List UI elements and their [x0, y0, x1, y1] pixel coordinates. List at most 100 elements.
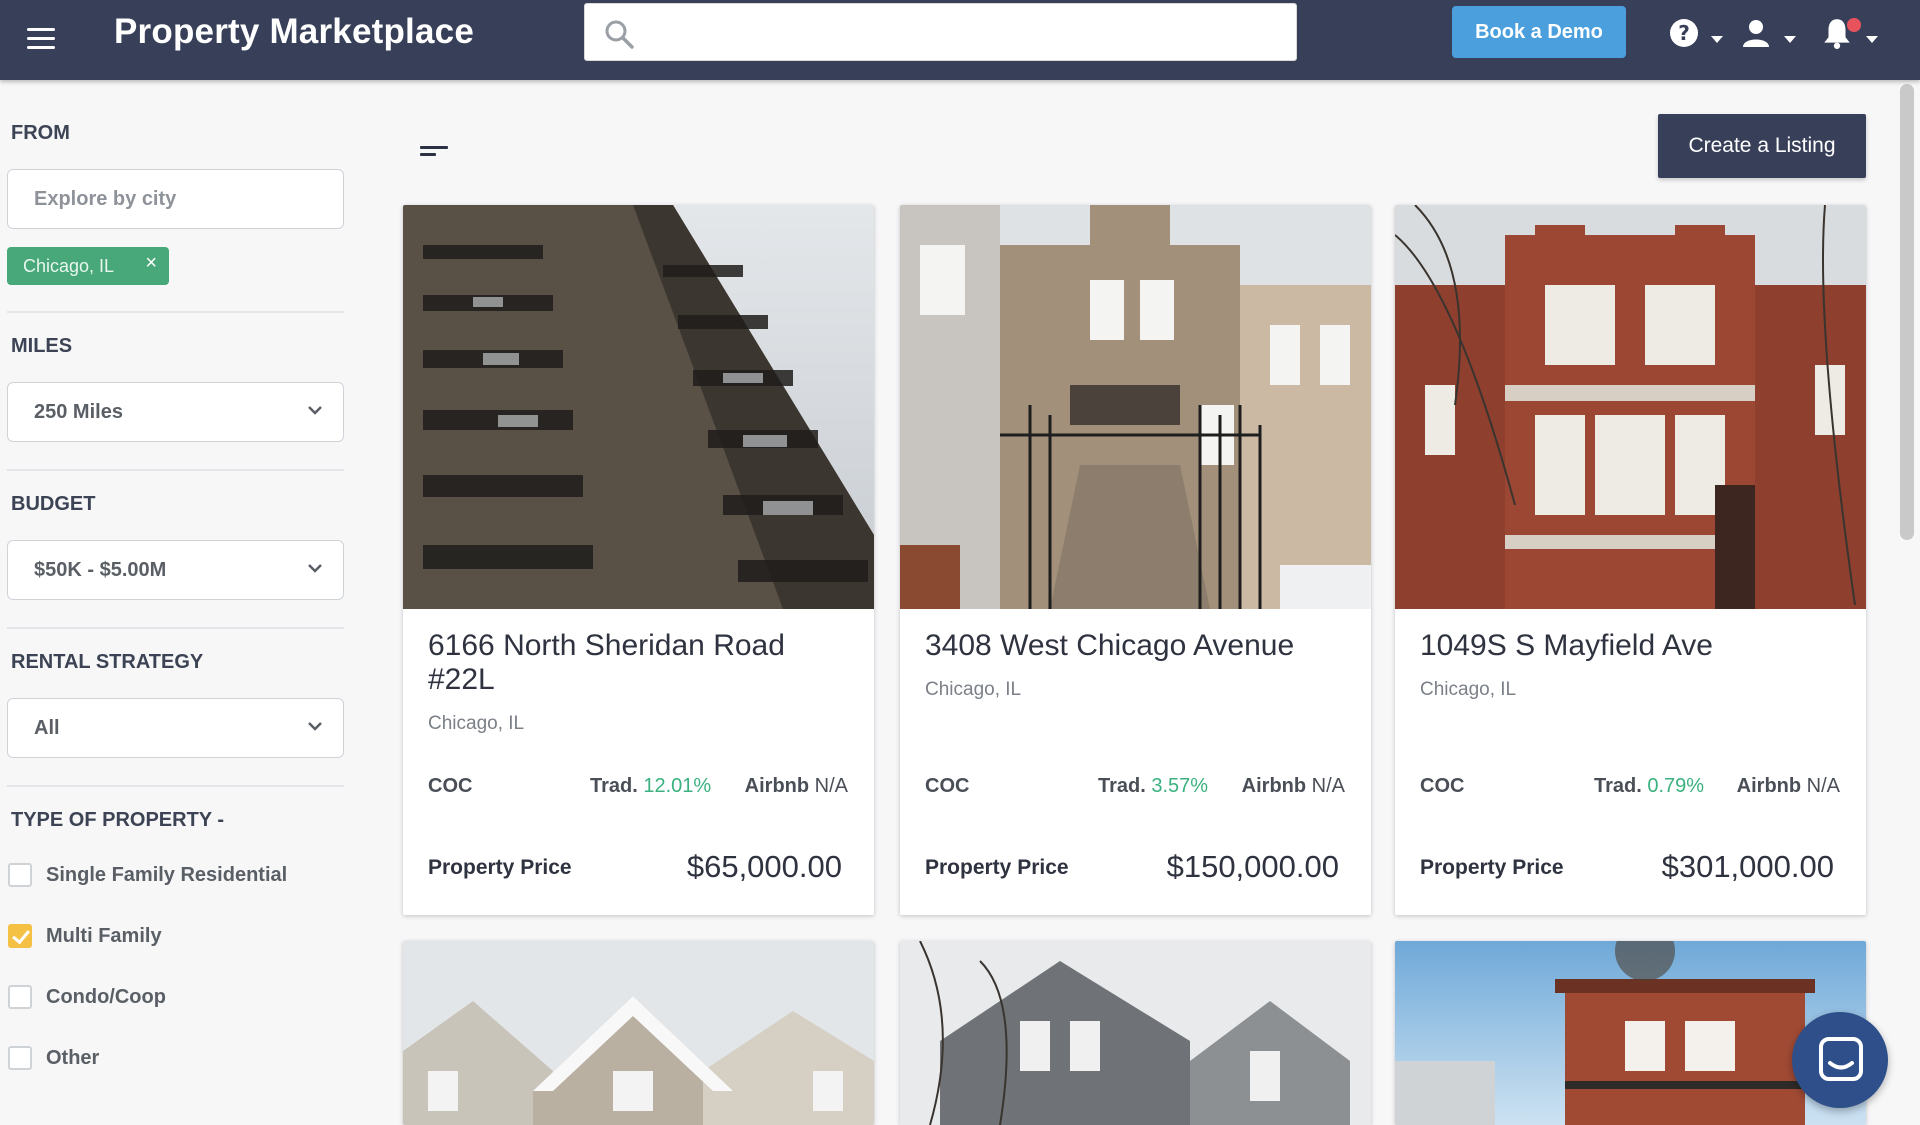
price-value: $150,000.00 — [1166, 849, 1339, 884]
listing-city: Chicago, IL — [925, 679, 1022, 700]
miles-title: MILES — [11, 335, 73, 357]
notification-caret-icon[interactable] — [1866, 36, 1878, 43]
budget-value: $50K - $5.00M — [34, 559, 167, 581]
price-label: Property Price — [428, 856, 572, 879]
airbnb-return: Airbnb N/A — [1737, 775, 1840, 798]
checkbox-checked[interactable] — [8, 924, 32, 948]
price-value: $65,000.00 — [686, 849, 842, 884]
property-photo — [403, 941, 874, 1125]
airbnb-value: N/A — [814, 775, 848, 797]
listing-address: 1049S S Mayfield Ave — [1420, 629, 1713, 662]
scrollbar[interactable] — [1900, 84, 1914, 540]
rental-strategy-value: All — [34, 717, 60, 739]
listing-city: Chicago, IL — [428, 713, 525, 734]
airbnb-label: Airbnb — [1241, 775, 1307, 797]
checkbox-label: Multi Family — [46, 925, 162, 947]
svg-text:?: ? — [1678, 21, 1690, 45]
search-icon — [605, 20, 634, 49]
listing-address: 6166 North Sheridan Road #22L — [428, 629, 785, 696]
help-icon[interactable]: ? — [1668, 16, 1700, 50]
checkbox-condo-coop[interactable]: Condo/Coop — [8, 982, 338, 1012]
checkbox-single-family[interactable]: Single Family Residential — [8, 860, 338, 890]
trad-return: Trad. 12.01% — [590, 775, 711, 798]
airbnb-return: Airbnb N/A — [1242, 775, 1345, 798]
close-icon[interactable]: × — [145, 252, 157, 275]
menu-icon[interactable] — [24, 22, 58, 56]
divider — [7, 311, 344, 313]
price-label: Property Price — [1420, 856, 1564, 879]
from-title: FROM — [11, 122, 70, 144]
create-listing-button[interactable]: Create a Listing — [1658, 114, 1866, 178]
book-demo-button[interactable]: Book a Demo — [1452, 6, 1626, 58]
budget-select[interactable]: $50K - $5.00M — [7, 540, 344, 600]
checkbox[interactable] — [8, 863, 32, 887]
coc-label: COC — [428, 775, 473, 797]
top-navigation-bar: Property Marketplace Book a Demo ? — [0, 0, 1920, 80]
price-label: Property Price — [925, 856, 1069, 879]
property-photo — [900, 205, 1371, 609]
property-photo — [900, 941, 1371, 1125]
trad-value: 0.79% — [1647, 775, 1705, 797]
listing-city: Chicago, IL — [1420, 679, 1517, 700]
listing-card[interactable] — [1395, 941, 1866, 1125]
checkbox-label: Single Family Residential — [46, 864, 288, 886]
chat-icon — [1819, 1037, 1863, 1081]
chevron-down-icon — [308, 722, 322, 731]
notification-badge — [1847, 18, 1861, 32]
user-icon[interactable] — [1740, 16, 1772, 50]
chevron-down-icon — [308, 406, 322, 415]
listing-address: 3408 West Chicago Avenue — [925, 629, 1295, 662]
trad-value: 3.57% — [1151, 775, 1209, 797]
listing-card[interactable]: 3408 West Chicago Avenue Chicago, IL COC… — [900, 205, 1371, 915]
budget-title: BUDGET — [11, 493, 96, 515]
coc-label: COC — [1420, 775, 1465, 797]
listing-card[interactable]: 6166 North Sheridan Road #22L Chicago, I… — [403, 205, 874, 915]
airbnb-value: N/A — [1806, 775, 1840, 797]
trad-return: Trad. 0.79% — [1594, 775, 1704, 798]
city-filter-chip: Chicago, IL × — [7, 247, 169, 285]
sort-icon[interactable] — [420, 142, 450, 162]
listing-card[interactable] — [900, 941, 1371, 1125]
price-value: $301,000.00 — [1661, 849, 1834, 884]
app-title: Property Marketplace — [114, 12, 474, 51]
divider — [7, 469, 344, 471]
trad-label: Trad. — [590, 775, 638, 797]
help-caret-icon[interactable] — [1711, 36, 1723, 43]
search-input[interactable] — [645, 12, 1285, 52]
checkbox-other[interactable]: Other — [8, 1043, 338, 1073]
property-photo — [1395, 941, 1866, 1125]
city-placeholder: Explore by city — [34, 188, 177, 210]
property-photo — [403, 205, 874, 609]
trad-label: Trad. — [1098, 775, 1146, 797]
divider — [7, 627, 344, 629]
property-photo — [1395, 205, 1866, 609]
airbnb-value: N/A — [1311, 775, 1345, 797]
chip-label: Chicago, IL — [23, 256, 115, 276]
airbnb-label: Airbnb — [1736, 775, 1802, 797]
property-type-title: TYPE OF PROPERTY - — [11, 809, 224, 831]
miles-select[interactable]: 250 Miles — [7, 382, 344, 442]
checkbox-multi-family[interactable]: Multi Family — [8, 921, 338, 951]
checkbox-label: Other — [46, 1047, 100, 1069]
filter-sidebar: FROM Explore by city Chicago, IL × MILES… — [0, 80, 360, 1125]
checkbox[interactable] — [8, 1046, 32, 1070]
trad-return: Trad. 3.57% — [1098, 775, 1208, 798]
airbnb-label: Airbnb — [744, 775, 810, 797]
rental-strategy-select[interactable]: All — [7, 698, 344, 758]
divider — [7, 785, 344, 787]
airbnb-return: Airbnb N/A — [745, 775, 848, 798]
coc-label: COC — [925, 775, 970, 797]
checkbox[interactable] — [8, 985, 32, 1009]
search-bar[interactable] — [584, 3, 1297, 61]
trad-value: 12.01% — [643, 775, 712, 797]
checkbox-label: Condo/Coop — [46, 986, 166, 1008]
listing-card[interactable] — [403, 941, 874, 1125]
trad-label: Trad. — [1594, 775, 1642, 797]
city-search-field[interactable]: Explore by city — [7, 169, 344, 229]
chevron-down-icon — [308, 564, 322, 573]
miles-value: 250 Miles — [34, 401, 123, 423]
chat-launcher-button[interactable] — [1792, 1012, 1888, 1108]
listing-card[interactable]: 1049S S Mayfield Ave Chicago, IL COC Tra… — [1395, 205, 1866, 915]
rental-strategy-title: RENTAL STRATEGY — [11, 651, 204, 673]
user-caret-icon[interactable] — [1784, 36, 1796, 43]
